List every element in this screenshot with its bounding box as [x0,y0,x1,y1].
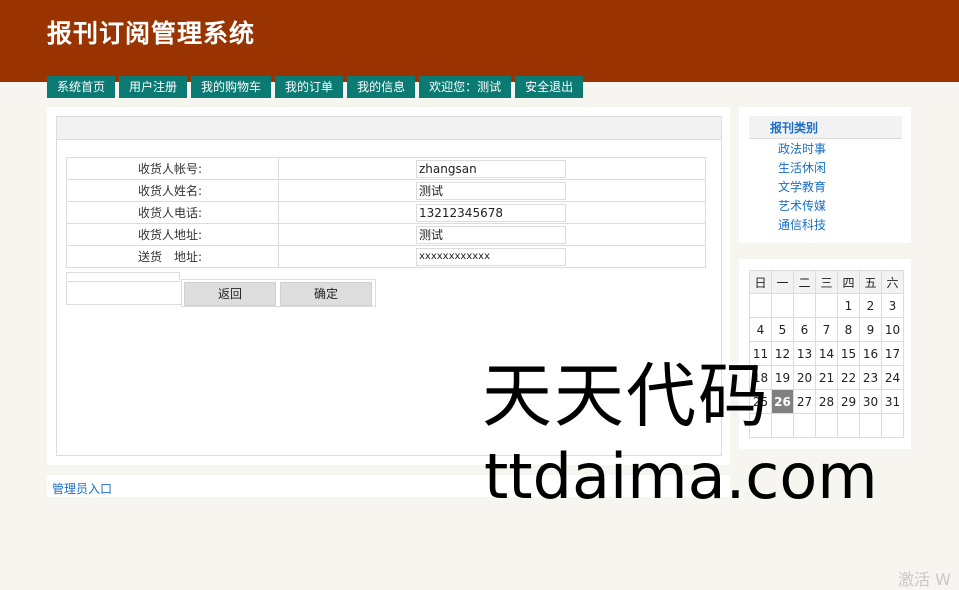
calendar-empty-cell [771,413,794,438]
calendar-day[interactable]: 31 [881,389,904,414]
calendar-empty-cell [837,413,860,438]
calendar-day[interactable]: 20 [793,365,816,390]
watermark-cn: 天天代码 [482,355,770,437]
shipping-form-table: 收货人帐号: zhangsan 收货人姓名: 测试 收货人电话: 1321234… [66,157,706,268]
delivery-address-label: 送货 地址: [66,245,279,268]
calendar-week-row: 123 [749,293,904,318]
watermark-en: ttdaima.com [484,440,878,513]
category-item[interactable]: 政法时事 [778,140,826,159]
header-bar: 报刊订阅管理系统 [0,0,959,82]
account-field[interactable]: zhangsan [416,159,566,178]
main-nav: 系统首页 用户注册 我的购物车 我的订单 我的信息 欢迎您：测试 安全退出 [47,76,587,98]
calendar-empty-cell [793,293,816,318]
form-row-name: 收货人姓名: 测试 [66,179,706,202]
calendar-day[interactable]: 17 [881,341,904,366]
calendar-day[interactable]: 21 [815,365,838,390]
phone-field[interactable]: 13212345678 [416,203,566,222]
phone-label: 收货人电话: [66,201,279,224]
calendar-day[interactable]: 24 [881,365,904,390]
calendar-empty-cell [771,293,794,318]
nav-orders[interactable]: 我的订单 [275,76,344,98]
button-row-spacer-top [66,272,180,280]
calendar-week-row: 25 26 27 28 29 30 31 [749,389,904,414]
category-header: 报刊类别 [749,116,902,139]
category-item[interactable]: 生活休闲 [778,159,826,178]
calendar-empty-cell [793,413,816,438]
weekday-cell: 五 [859,270,882,294]
name-label: 收货人姓名: [66,179,279,202]
button-frame: 返回 确定 [181,279,376,307]
calendar-empty-cell [859,413,882,438]
site-title: 报刊订阅管理系统 [47,19,256,48]
form-row-phone: 收货人电话: 13212345678 [66,201,706,224]
nav-register[interactable]: 用户注册 [119,76,188,98]
name-field[interactable]: 测试 [416,181,566,200]
category-list: 政法时事 生活休闲 文学教育 艺术传媒 通信科技 [778,140,826,235]
calendar-day[interactable]: 28 [815,389,838,414]
calendar-day[interactable]: 14 [815,341,838,366]
form-row-address: 收货人地址: 测试 [66,223,706,246]
calendar-day[interactable]: 23 [859,365,882,390]
category-title: 报刊类别 [770,121,819,135]
calendar-empty-cell [815,293,838,318]
calendar-day[interactable]: 9 [859,317,882,342]
button-row-spacer [66,281,183,305]
category-panel: 报刊类别 政法时事 生活休闲 文学教育 艺术传媒 通信科技 [739,107,911,243]
calendar-empty-cell [881,413,904,438]
calendar-day[interactable]: 26 [771,389,794,414]
calendar-day[interactable]: 3 [881,293,904,318]
form-row-delivery: 送货 地址: xxxxxxxxxxxx [66,245,706,268]
os-activation-notice: 激活 W [898,570,951,589]
confirm-button[interactable]: 确定 [280,282,372,306]
calendar-days: 1 2 3 4 5 6 7 8 9 10 11 12 13 14 15 16 17 18 19 20 21 22 23 24 2… [749,293,904,438]
category-item[interactable]: 艺术传媒 [778,197,826,216]
calendar-empty-cell [815,413,838,438]
calendar-week-row: 11 12 13 14 15 16 17 [749,341,904,366]
calendar-empty-cell [749,293,772,318]
calendar-day[interactable]: 8 [837,317,860,342]
weekday-cell: 一 [771,270,794,294]
calendar-day[interactable]: 30 [859,389,882,414]
weekday-cell: 六 [881,270,904,294]
weekday-cell: 日 [749,270,772,294]
admin-login-link[interactable]: 管理员入口 [52,480,112,497]
back-button[interactable]: 返回 [184,282,276,306]
calendar-day[interactable]: 13 [793,341,816,366]
nav-my-info[interactable]: 我的信息 [347,76,416,98]
calendar-week-row [749,413,904,438]
category-item[interactable]: 通信科技 [778,216,826,235]
calendar-day[interactable]: 4 [749,317,772,342]
address-field[interactable]: 测试 [416,225,566,244]
nav-cart[interactable]: 我的购物车 [191,76,272,98]
calendar-day[interactable]: 6 [793,317,816,342]
delivery-address-field[interactable]: xxxxxxxxxxxx [416,247,566,266]
calendar-day[interactable]: 22 [837,365,860,390]
calendar-week-row: 18 19 20 21 22 23 24 [749,365,904,390]
calendar-day[interactable]: 12 [771,341,794,366]
calendar-week-row: 4 5 6 7 8 9 10 [749,317,904,342]
calendar-weekday-row: 日 一 二 三 四 五 六 [749,270,904,294]
calendar-day[interactable]: 16 [859,341,882,366]
calendar-day[interactable]: 29 [837,389,860,414]
form-row-account: 收货人帐号: zhangsan [66,157,706,180]
weekday-cell: 二 [793,270,816,294]
nav-welcome-user[interactable]: 欢迎您：测试 [419,76,512,98]
nav-logout[interactable]: 安全退出 [515,76,584,98]
calendar-day[interactable]: 15 [837,341,860,366]
calendar: 日 一 二 三 四 五 六 1 2 3 4 5 6 7 8 9 10 11 12 13 14 15 16 17 1… [749,270,904,438]
calendar-day[interactable]: 2 [859,293,882,318]
calendar-day[interactable]: 5 [771,317,794,342]
calendar-day[interactable]: 10 [881,317,904,342]
category-item[interactable]: 文学教育 [778,178,826,197]
calendar-day[interactable]: 27 [793,389,816,414]
form-header-bar [57,117,721,140]
calendar-day[interactable]: 7 [815,317,838,342]
calendar-day[interactable]: 19 [771,365,794,390]
nav-home[interactable]: 系统首页 [47,76,116,98]
weekday-cell: 三 [815,270,838,294]
weekday-cell: 四 [837,270,860,294]
address-label: 收货人地址: [66,223,279,246]
account-label: 收货人帐号: [66,157,279,180]
calendar-day[interactable]: 1 [837,293,860,318]
